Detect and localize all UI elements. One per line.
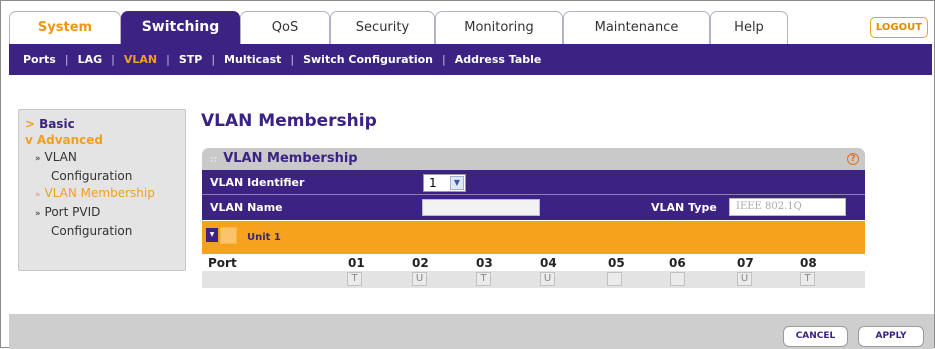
apply-button[interactable]: APPLY (858, 326, 924, 347)
port-membership-cell[interactable] (607, 272, 622, 286)
port-number: 07 (737, 256, 754, 270)
main-tab-bar: System Switching QoS Security Monitoring… (9, 11, 934, 44)
help-icon[interactable]: ? (847, 153, 859, 165)
port-number: 05 (608, 256, 625, 270)
port-membership-cell[interactable]: T (476, 272, 491, 286)
page-title: VLAN Membership (201, 111, 377, 131)
grip-icon: :: (210, 155, 218, 165)
sidebar-item-label-cont: Configuration (51, 169, 133, 183)
sidebar: > Basic v Advanced » VLAN Configuration » VL… (18, 109, 186, 271)
port-label: Port (208, 256, 237, 270)
tab-maintenance[interactable]: Maintenance (563, 11, 710, 44)
chevron-down-icon: v (25, 133, 33, 147)
subnav-separator: | (64, 53, 69, 66)
port-header-row: Port 01 02 03 04 05 06 07 08 (202, 254, 865, 271)
sidebar-advanced[interactable]: v Advanced (25, 133, 185, 147)
port-membership-cell[interactable]: T (347, 272, 362, 286)
vlan-name-label: VLAN Name (210, 201, 283, 214)
subnav-separator: | (441, 53, 446, 66)
vlan-type-label: VLAN Type (651, 201, 717, 214)
vlan-type-field: IEEE 802.1Q (729, 198, 846, 216)
sidebar-item-port-pvid-configuration[interactable]: » Port PVID Configuration (25, 204, 185, 240)
port-number: 04 (540, 256, 557, 270)
tab-monitoring[interactable]: Monitoring (435, 11, 563, 44)
sidebar-basic[interactable]: > Basic (25, 117, 185, 131)
port-membership-row: T U T U U T (202, 271, 865, 288)
vlan-name-input[interactable] (422, 199, 540, 216)
port-number: 01 (348, 256, 365, 270)
sidebar-basic-label: Basic (39, 117, 75, 131)
port-membership-cell[interactable]: U (737, 272, 752, 286)
unit-checkbox[interactable] (220, 227, 237, 244)
chevron-down-icon[interactable]: ▼ (450, 176, 464, 190)
tab-switching[interactable]: Switching (121, 11, 240, 44)
vlan-identifier-row: VLAN Identifier 1 ▼ (202, 170, 865, 195)
subnav-switch-configuration[interactable]: Switch Configuration (303, 53, 433, 66)
tab-security[interactable]: Security (330, 11, 435, 44)
bullet-icon: » (35, 190, 41, 200)
subnav-stp[interactable]: STP (179, 53, 203, 66)
sidebar-item-label-cont: Configuration (51, 224, 133, 238)
vlan-membership-panel: :: VLAN Membership ? VLAN Identifier 1 ▼ … (202, 148, 865, 290)
port-number: 02 (412, 256, 429, 270)
subnav-separator: | (211, 53, 216, 66)
expand-toggle-icon[interactable]: ▼ (206, 228, 218, 242)
panel-header: :: VLAN Membership ? (202, 148, 865, 170)
logout-button[interactable]: LOGOUT (870, 17, 928, 38)
sub-navigation: Ports | LAG | VLAN | STP | Multicast | S… (9, 44, 932, 75)
sidebar-item-vlan-configuration[interactable]: » VLAN Configuration (25, 149, 185, 185)
subnav-address-table[interactable]: Address Table (455, 53, 542, 66)
sidebar-advanced-label: Advanced (36, 133, 104, 147)
subnav-multicast[interactable]: Multicast (224, 53, 281, 66)
subnav-separator: | (166, 53, 170, 66)
sidebar-item-label: VLAN (44, 150, 77, 164)
port-membership-cell[interactable]: T (800, 272, 815, 286)
port-number: 06 (669, 256, 686, 270)
port-membership-cell[interactable]: U (412, 272, 427, 286)
cancel-button[interactable]: CANCEL (783, 326, 848, 347)
bullet-icon: » (35, 154, 41, 164)
chevron-right-icon: > (25, 117, 36, 131)
port-number: 08 (800, 256, 817, 270)
panel-title: VLAN Membership (223, 151, 358, 166)
screenshot-frame: System Switching QoS Security Monitoring… (0, 0, 935, 349)
tab-system[interactable]: System (9, 11, 121, 44)
subnav-lag[interactable]: LAG (78, 53, 103, 66)
sidebar-item-label: Port PVID (44, 205, 101, 219)
vlan-identifier-label: VLAN Identifier (210, 176, 305, 189)
unit-label: Unit 1 (247, 232, 281, 243)
unit-bar: ▼ Unit 1 (202, 221, 865, 254)
sidebar-item-vlan-membership[interactable]: » VLAN Membership (25, 185, 185, 204)
port-membership-cell[interactable] (670, 272, 685, 286)
tab-qos[interactable]: QoS (240, 11, 330, 44)
vlan-identifier-value: 1 (429, 176, 437, 190)
subnav-separator: | (111, 53, 115, 66)
vlan-identifier-select[interactable]: 1 ▼ (423, 174, 466, 192)
vlan-name-row: VLAN Name VLAN Type IEEE 802.1Q (202, 195, 865, 220)
port-membership-cell[interactable]: U (540, 272, 555, 286)
port-number: 03 (476, 256, 493, 270)
tab-help[interactable]: Help (710, 11, 788, 44)
footer-bar: CANCEL APPLY (9, 314, 934, 349)
sidebar-item-label: VLAN Membership (44, 186, 155, 200)
subnav-separator: | (290, 53, 295, 66)
subnav-vlan[interactable]: VLAN (124, 53, 157, 66)
bullet-icon: » (35, 209, 41, 219)
subnav-ports[interactable]: Ports (23, 53, 56, 66)
